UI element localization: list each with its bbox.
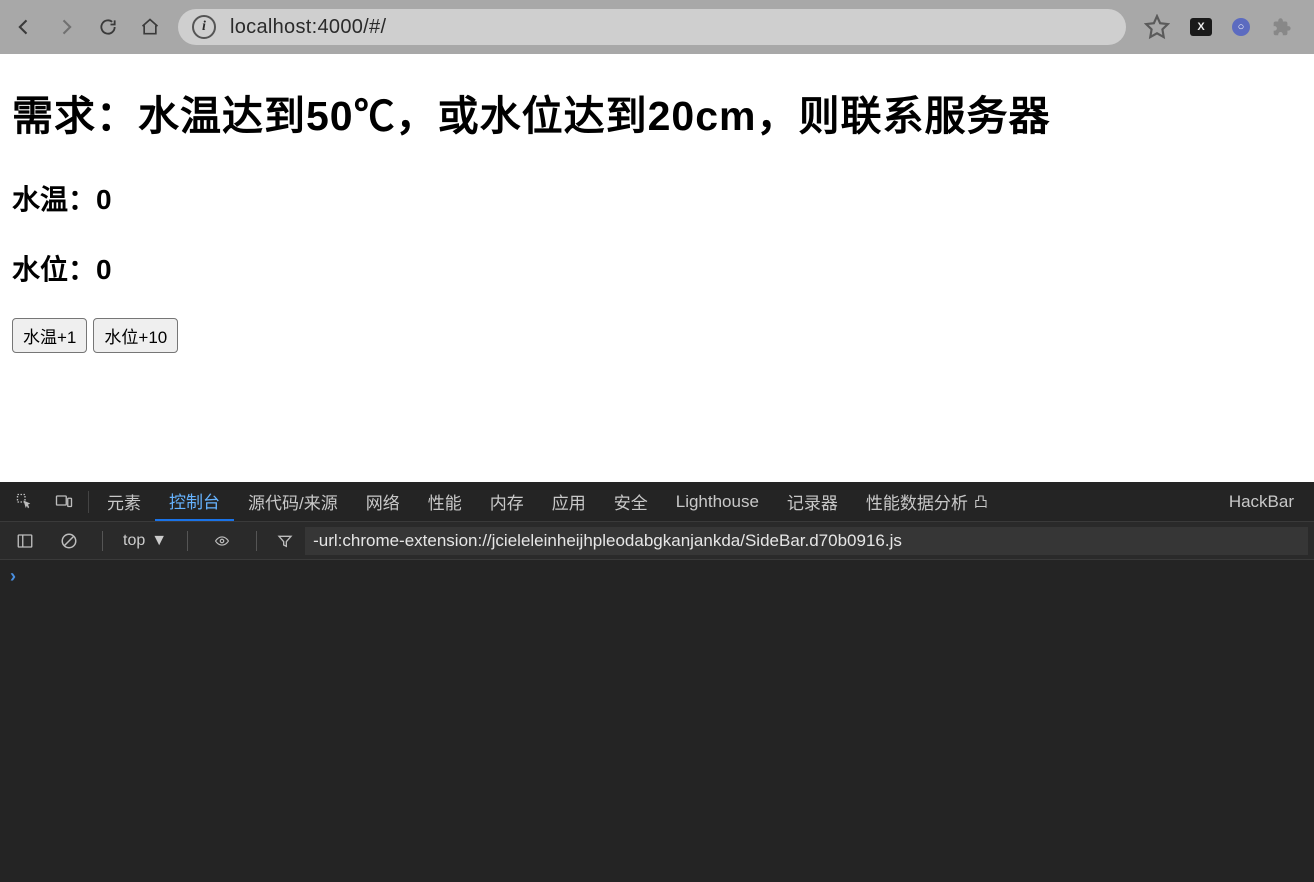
address-bar[interactable]: i localhost:4000/#/ (178, 9, 1126, 45)
tab-security[interactable]: 安全 (600, 482, 662, 521)
extension-o-icon[interactable]: ○ (1232, 18, 1250, 36)
console-output[interactable]: › (0, 560, 1314, 882)
device-toolbar-icon[interactable] (44, 482, 84, 521)
extension-x-icon[interactable]: X (1190, 18, 1212, 36)
tab-sources[interactable]: 源代码/来源 (234, 482, 352, 521)
tab-application[interactable]: 应用 (538, 482, 600, 521)
increase-level-button[interactable]: 水位+10 (93, 318, 178, 353)
requirement-heading: 需求：水温达到50℃，或水位达到20cm，则联系服务器 (12, 82, 1302, 142)
tab-console[interactable]: 控制台 (155, 482, 234, 521)
url-text: localhost:4000/#/ (230, 16, 386, 39)
browser-toolbar: i localhost:4000/#/ X ○ (0, 0, 1314, 54)
water-temp-line: 水温：0 (12, 178, 1302, 218)
context-selector[interactable]: top ▼ (117, 532, 173, 550)
site-info-icon[interactable]: i (192, 15, 216, 39)
console-prompt: › (10, 566, 16, 586)
increase-temp-button[interactable]: 水温+1 (12, 318, 87, 353)
console-filter-input[interactable] (305, 527, 1308, 555)
tab-hackbar[interactable]: HackBar (1215, 482, 1308, 521)
tab-memory[interactable]: 内存 (476, 482, 538, 521)
inspect-element-icon[interactable] (6, 482, 44, 521)
tab-elements[interactable]: 元素 (93, 482, 155, 521)
reload-button[interactable] (98, 17, 118, 37)
back-button[interactable] (14, 17, 34, 37)
tab-performance[interactable]: 性能 (414, 482, 476, 521)
tab-perf-insights[interactable]: 性能数据分析 凸 (852, 482, 1002, 521)
extensions-icon[interactable] (1270, 16, 1292, 38)
console-toolbar: top ▼ (0, 522, 1314, 560)
live-expression-icon[interactable] (202, 522, 242, 559)
tab-lighthouse[interactable]: Lighthouse (662, 482, 773, 521)
clear-console-icon[interactable] (50, 522, 88, 559)
filter-icon[interactable] (271, 522, 299, 559)
tab-network[interactable]: 网络 (352, 482, 414, 521)
page-content: 需求：水温达到50℃，或水位达到20cm，则联系服务器 水温：0 水位：0 水温… (0, 54, 1314, 482)
water-level-line: 水位：0 (12, 248, 1302, 288)
toggle-sidebar-icon[interactable] (6, 522, 44, 559)
flask-icon: 凸 (974, 492, 988, 512)
devtools-tabbar: 元素 控制台 源代码/来源 网络 性能 内存 应用 安全 Lighthouse … (0, 482, 1314, 522)
devtools-panel: 元素 控制台 源代码/来源 网络 性能 内存 应用 安全 Lighthouse … (0, 482, 1314, 882)
water-temp-value: 0 (96, 184, 112, 215)
water-level-value: 0 (96, 254, 112, 285)
chevron-down-icon: ▼ (151, 532, 167, 550)
water-level-label: 水位： (12, 254, 96, 285)
bookmark-star-icon[interactable] (1144, 14, 1170, 40)
forward-button[interactable] (56, 17, 76, 37)
water-temp-label: 水温： (12, 184, 96, 215)
home-button[interactable] (140, 17, 160, 37)
tab-recorder[interactable]: 记录器 (773, 482, 852, 521)
